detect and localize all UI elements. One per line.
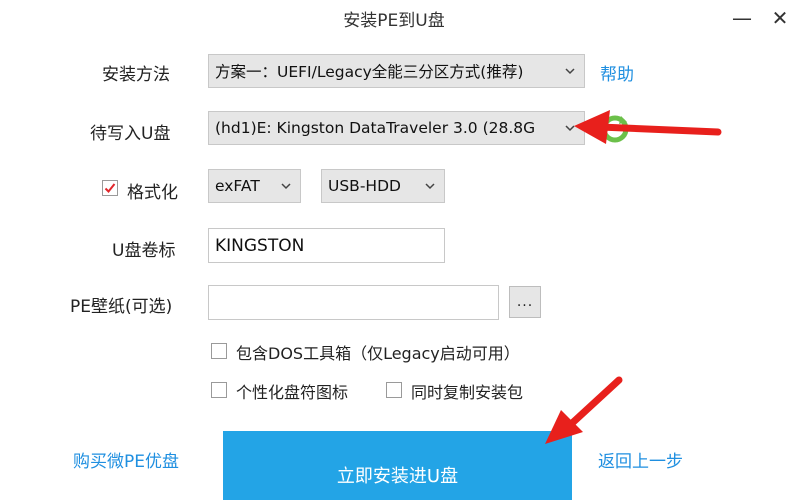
filesystem-value: exFAT [215,177,260,195]
wallpaper-label: PE壁纸(可选) [70,297,173,317]
close-icon: ✕ [771,6,788,30]
volume-label-input[interactable]: KINGSTON [208,228,445,263]
copy-installer-checkbox[interactable] [386,382,402,398]
boot-mode-value: USB-HDD [328,177,401,195]
checkmark-icon [104,183,116,193]
install-button[interactable]: 立即安装进U盘 [223,431,572,500]
minimize-icon: — [732,6,752,30]
copy-installer-label: 同时复制安装包 [411,383,524,402]
install-method-select[interactable]: 方案一：UEFI/Legacy全能三分区方式(推荐) [208,54,585,88]
dos-toolbox-label: 包含DOS工具箱（仅Legacy启动可用） [236,344,520,363]
filesystem-select[interactable]: exFAT [208,169,301,203]
wallpaper-input[interactable] [208,285,499,320]
chevron-down-icon [565,68,575,75]
buy-usb-link[interactable]: 购买微PE优盘 [73,447,179,472]
help-link[interactable]: 帮助 [600,60,634,85]
install-button-label: 立即安装进U盘 [336,466,459,487]
volume-label-label: U盘卷标 [112,241,176,261]
chevron-down-icon [281,183,291,190]
custom-icon-checkbox[interactable] [211,382,227,398]
boot-mode-select[interactable]: USB-HDD [321,169,445,203]
target-drive-select[interactable]: (hd1)E: Kingston DataTraveler 3.0 (28.8G [208,111,585,145]
target-drive-value: (hd1)E: Kingston DataTraveler 3.0 (28.8G [215,119,536,137]
format-label: 格式化 [127,183,178,203]
custom-icon-label: 个性化盘符图标 [236,383,349,402]
format-checkbox[interactable] [102,180,118,196]
chevron-down-icon [425,183,435,190]
red-arrow-annotation [574,110,722,144]
minimize-button[interactable]: — [728,4,756,32]
target-drive-label: 待写入U盘 [90,124,171,144]
red-arrow-annotation [545,376,623,444]
close-button[interactable]: ✕ [766,4,788,32]
install-method-label: 安装方法 [102,65,170,85]
browse-button[interactable]: ... [509,286,541,318]
install-method-value: 方案一：UEFI/Legacy全能三分区方式(推荐) [215,63,524,81]
dos-toolbox-checkbox[interactable] [211,343,227,359]
window-title: 安装PE到U盘 [343,11,445,31]
